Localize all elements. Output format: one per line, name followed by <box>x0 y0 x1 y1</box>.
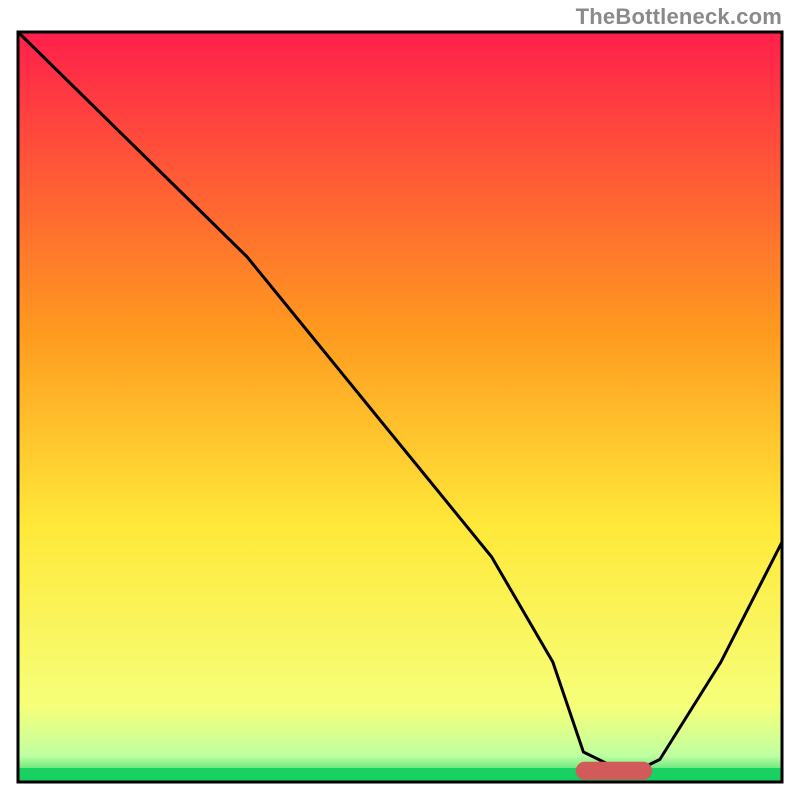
green-band <box>18 768 782 782</box>
watermark-text: TheBottleneck.com <box>576 4 782 30</box>
chart-container: TheBottleneck.com <box>0 0 800 800</box>
bottleneck-curve-plot <box>0 0 800 800</box>
optimal-range-marker <box>576 762 652 780</box>
